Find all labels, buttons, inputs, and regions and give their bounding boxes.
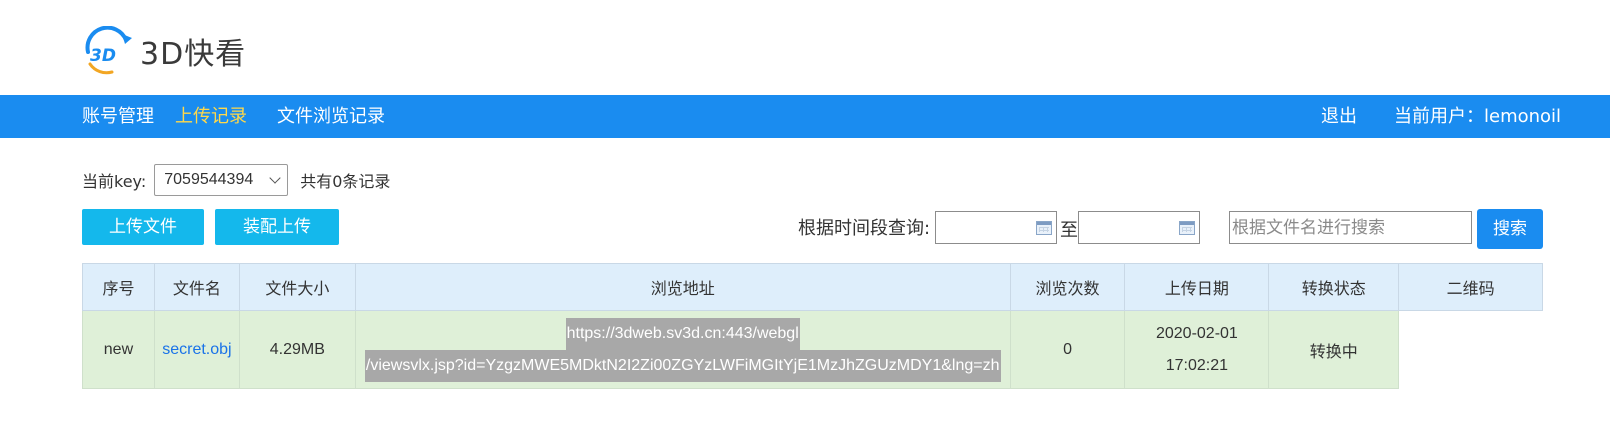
logo-mark: 3D	[82, 25, 134, 76]
record-count: 共有0条记录	[300, 172, 391, 191]
table-header-row: 序号 文件名 文件大小 浏览地址 浏览次数 上传日期 转换状态 二维码	[82, 263, 1543, 311]
filename-search-input[interactable]	[1229, 211, 1472, 244]
key-row: 当前key: 7059544394 共有0条记录	[82, 164, 390, 196]
browse-url-line2[interactable]: /viewsvlx.jsp?id=YzgzMWE5MDktN2I2Zi00ZGY…	[364, 349, 1001, 382]
calendar-icon[interactable]	[1036, 221, 1052, 235]
column-header-qrcode: 二维码	[1398, 263, 1543, 311]
brand-title: 3D快看	[140, 37, 247, 72]
start-date-input[interactable]	[935, 211, 1057, 244]
column-header-upload-date: 上传日期	[1124, 263, 1270, 311]
cell-status: 转换中	[1268, 310, 1400, 389]
main-navbar: 账号管理 上传记录 文件浏览记录 退出 当前用户：lemonoil	[0, 95, 1610, 138]
cell-filesize: 4.29MB	[238, 310, 356, 389]
calendar-icon[interactable]	[1179, 221, 1195, 235]
column-header-index: 序号	[82, 263, 155, 311]
upload-time: 17:02:21	[1165, 356, 1229, 374]
to-label: 至	[1060, 220, 1078, 241]
time-query-label: 根据时间段查询:	[798, 218, 931, 239]
filename-link[interactable]: secret.obj	[162, 341, 231, 358]
page-header: 3D 3D快看	[0, 0, 1610, 95]
upload-date: 2020-02-01	[1155, 324, 1238, 342]
assembly-upload-button[interactable]: 装配上传	[215, 209, 339, 245]
upload-file-button[interactable]: 上传文件	[82, 209, 204, 245]
cell-qrcode	[1398, 310, 1543, 389]
end-date-input[interactable]	[1078, 211, 1200, 244]
column-header-url: 浏览地址	[354, 263, 1011, 311]
cell-views: 0	[1009, 310, 1126, 389]
column-header-filename: 文件名	[153, 263, 240, 311]
key-select[interactable]: 7059544394	[154, 164, 289, 196]
current-user-label: 当前用户：lemonoil	[1394, 106, 1562, 127]
nav-upload-records[interactable]: 上传记录	[175, 95, 247, 138]
cell-filename: secret.obj	[153, 310, 240, 389]
logout-link[interactable]: 退出	[1321, 95, 1357, 138]
column-header-status: 转换状态	[1268, 263, 1400, 311]
key-label: 当前key:	[82, 172, 147, 191]
key-select-value: 7059544394	[164, 171, 254, 188]
column-header-filesize: 文件大小	[238, 263, 356, 311]
cell-upload-date: 2020-02-01 17:02:21	[1124, 310, 1270, 389]
logo-mark-text: 3D	[90, 46, 116, 66]
browse-url-line1[interactable]: https://3dweb.sv3d.cn:443/webgl	[565, 317, 800, 350]
table-row: new secret.obj 4.29MB https://3dweb.sv3d…	[82, 310, 1543, 389]
logo[interactable]: 3D 3D快看	[82, 25, 247, 76]
cell-url: https://3dweb.sv3d.cn:443/webgl /viewsvl…	[354, 310, 1011, 389]
column-header-views: 浏览次数	[1009, 263, 1126, 311]
nav-account-management[interactable]: 账号管理	[82, 95, 154, 138]
cell-index: new	[82, 310, 155, 389]
upload-records-table: 序号 文件名 文件大小 浏览地址 浏览次数 上传日期 转换状态 二维码 new …	[82, 263, 1543, 389]
chevron-down-icon	[269, 172, 281, 184]
nav-file-browse-records[interactable]: 文件浏览记录	[277, 95, 385, 138]
search-button[interactable]: 搜索	[1477, 209, 1543, 249]
